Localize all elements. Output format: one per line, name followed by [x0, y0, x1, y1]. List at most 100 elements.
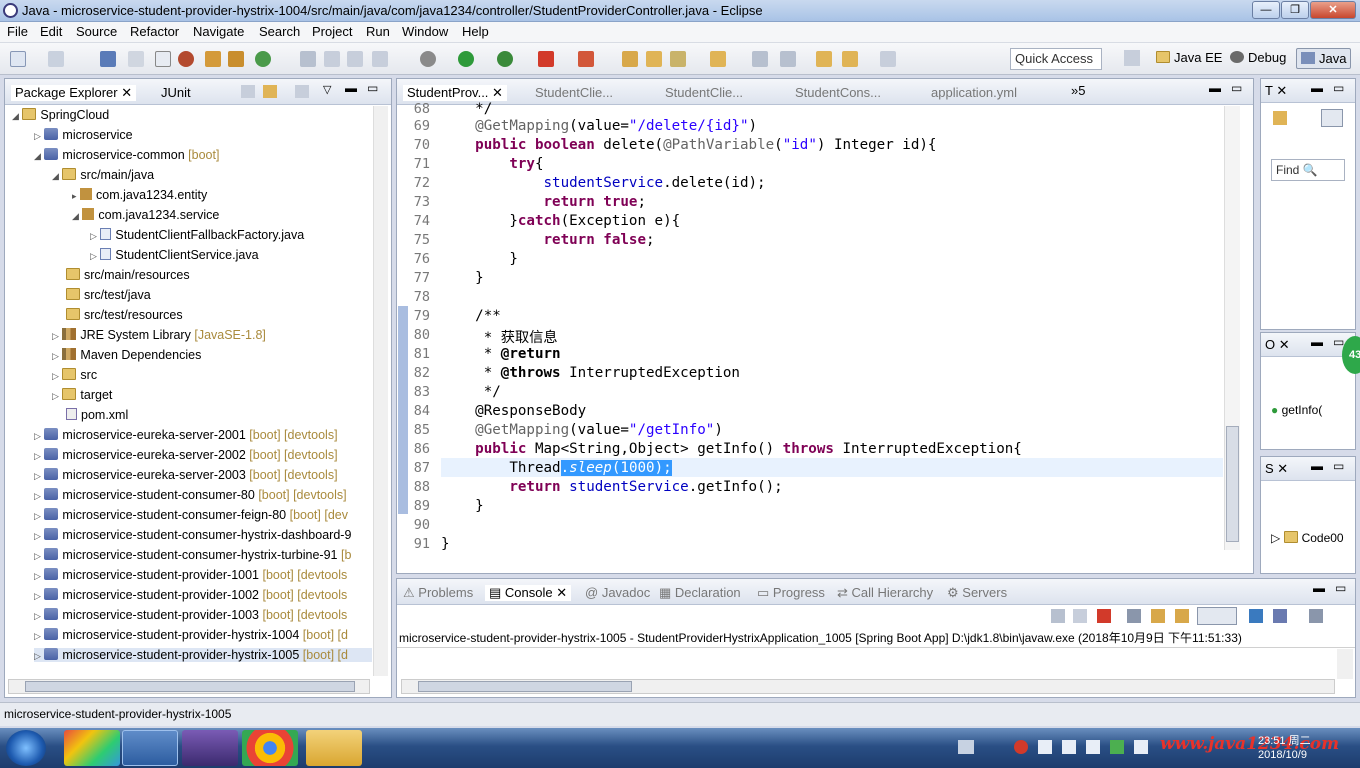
menu-file[interactable]: File	[7, 24, 28, 39]
tree-item[interactable]: microservice-eureka-server-2002	[62, 448, 245, 462]
maximize-view-icon[interactable]: ▭	[367, 81, 378, 95]
perspective-debug[interactable]: Debug	[1230, 50, 1286, 65]
start-button[interactable]	[6, 730, 46, 766]
tray-volume-icon[interactable]	[1134, 740, 1148, 754]
new-folder-icon[interactable]	[646, 51, 662, 67]
open-folder-icon[interactable]	[622, 51, 638, 67]
maximize-console-icon[interactable]: ▭	[1335, 581, 1346, 595]
menu-edit[interactable]: Edit	[40, 24, 62, 39]
taskbar-app-colorful[interactable]	[64, 730, 120, 766]
tree-item[interactable]: StudentClientFallbackFactory.java	[115, 228, 304, 242]
prev-annotation-icon[interactable]	[372, 51, 388, 67]
pointer-icon[interactable]	[128, 51, 144, 67]
package-icon[interactable]	[710, 51, 726, 67]
clear-console-icon[interactable]	[1051, 609, 1065, 623]
clock-date[interactable]: 2018/10/9	[1258, 749, 1307, 761]
tab-servers[interactable]: ⚙ Servers	[947, 585, 1007, 601]
tab-student-provider-controller[interactable]: StudentProv... ✕	[403, 85, 507, 101]
new-class-icon[interactable]	[255, 51, 271, 67]
minimize-console-icon[interactable]: ▬	[1313, 581, 1325, 595]
menu-refactor[interactable]: Refactor	[130, 24, 179, 39]
tab-student-client-2[interactable]: StudentClie...	[665, 85, 743, 100]
outline-item[interactable]: ● getInfo(	[1271, 403, 1322, 417]
tree-item[interactable]: JRE System Library	[80, 328, 190, 342]
tree-item[interactable]: src/main/resources	[84, 268, 190, 282]
view-menu-icon[interactable]: ▽	[323, 83, 331, 96]
view-menu-console-icon[interactable]	[1309, 609, 1323, 623]
taskbar-chrome[interactable]	[242, 730, 298, 766]
taskbar-app-active[interactable]	[122, 730, 178, 766]
maximize-spring-icon[interactable]: ▭	[1333, 459, 1344, 473]
tab-student-consumer[interactable]: StudentCons...	[795, 85, 881, 100]
tab-outline[interactable]: O ✕	[1265, 337, 1290, 353]
forward-icon[interactable]	[842, 51, 858, 67]
filter-icon[interactable]	[1321, 109, 1343, 127]
more-tabs-button[interactable]: »5	[1071, 83, 1085, 98]
tray-display-icon[interactable]	[1086, 740, 1100, 754]
run-config-icon[interactable]	[205, 51, 221, 67]
editor-vertical-scrollbar[interactable]	[1224, 106, 1240, 550]
menu-search[interactable]: Search	[259, 24, 300, 39]
open-type-icon[interactable]	[100, 51, 116, 67]
minimize-tasks-icon[interactable]: ▬	[1311, 81, 1323, 95]
run-as-icon[interactable]	[497, 51, 513, 67]
new-task-icon[interactable]	[1273, 111, 1287, 125]
external-tools-icon[interactable]	[578, 51, 594, 67]
tab-junit[interactable]: JUnit	[161, 85, 191, 100]
find-input[interactable]: Find 🔍	[1271, 159, 1345, 181]
menu-source[interactable]: Source	[76, 24, 117, 39]
menu-window[interactable]: Window	[402, 24, 448, 39]
show-on-output-icon[interactable]	[1175, 609, 1189, 623]
debug-gear-icon[interactable]	[420, 51, 436, 67]
perspective-java[interactable]: Java	[1296, 48, 1352, 69]
word-wrap-icon[interactable]	[1151, 609, 1165, 623]
open-perspective-icon[interactable]	[1124, 50, 1140, 66]
last-edit-icon[interactable]	[880, 51, 896, 67]
pencil-icon[interactable]	[670, 51, 686, 67]
tree-item[interactable]: microservice-student-provider-hystrix-10…	[62, 628, 299, 642]
new-icon[interactable]	[10, 51, 26, 67]
console-hscroll-thumb[interactable]	[418, 681, 632, 692]
display-console-icon[interactable]	[1249, 609, 1263, 623]
tab-application-yml[interactable]: application.yml	[931, 85, 1017, 100]
stop-icon[interactable]	[538, 51, 554, 67]
tray-flag-icon[interactable]	[1038, 740, 1052, 754]
tab-student-client-1[interactable]: StudentClie...	[535, 85, 613, 100]
tab-javadoc[interactable]: @ Javadoc	[585, 585, 650, 600]
taskbar-file-explorer[interactable]	[306, 730, 362, 766]
tree-item[interactable]: microservice-student-consumer-80	[62, 488, 254, 502]
tree-item[interactable]: microservice-student-provider-1001	[62, 568, 259, 582]
quick-access-input[interactable]: Quick Access	[1010, 48, 1102, 70]
tree-item[interactable]: microservice-student-provider-1002	[62, 588, 259, 602]
tab-console[interactable]: ▤ Console ✕	[485, 585, 572, 601]
explorer-horizontal-scrollbar[interactable]	[8, 679, 370, 694]
pin-console-icon[interactable]	[1197, 607, 1237, 625]
tree-item[interactable]: Maven Dependencies	[80, 348, 201, 362]
tab-call-hierarchy[interactable]: ⇄ Call Hierarchy	[837, 585, 933, 601]
open-console-icon[interactable]	[1273, 609, 1287, 623]
console-horizontal-scrollbar[interactable]	[401, 679, 1335, 694]
collapse-all-icon[interactable]	[241, 85, 255, 98]
tree-item[interactable]: microservice	[62, 128, 132, 142]
code-tree-item[interactable]: ▷ Code00	[1271, 531, 1344, 545]
tray-nvidia-icon[interactable]	[1110, 740, 1124, 754]
tab-task-list[interactable]: T ✕	[1265, 83, 1287, 99]
tab-package-explorer[interactable]: Package Explorer ✕	[11, 85, 137, 101]
save-icon[interactable]	[48, 51, 64, 67]
explorer-vertical-scrollbar[interactable]	[373, 106, 388, 676]
tree-item[interactable]: microservice-student-consumer-hystrix-da…	[62, 528, 351, 542]
tree-item-selected[interactable]: microservice-student-provider-hystrix-10…	[62, 648, 299, 662]
back-icon[interactable]	[816, 51, 832, 67]
tree-item[interactable]: pom.xml	[81, 408, 128, 422]
tree-item[interactable]: src/test/java	[84, 288, 151, 302]
tree-item[interactable]: StudentClientService.java	[115, 248, 258, 262]
close-button[interactable]: ✕	[1310, 1, 1356, 19]
tab-problems[interactable]: ⚠ Problems	[403, 585, 473, 601]
tree-item[interactable]: SpringCloud	[40, 108, 109, 122]
minimize-button[interactable]: —	[1252, 1, 1280, 19]
link-editor-icon[interactable]	[263, 85, 277, 98]
menu-navigate[interactable]: Navigate	[193, 24, 244, 39]
explorer-hscroll-thumb[interactable]	[25, 681, 355, 692]
annotation-icon[interactable]	[324, 51, 340, 67]
tab-progress[interactable]: ▭ Progress	[757, 585, 825, 601]
